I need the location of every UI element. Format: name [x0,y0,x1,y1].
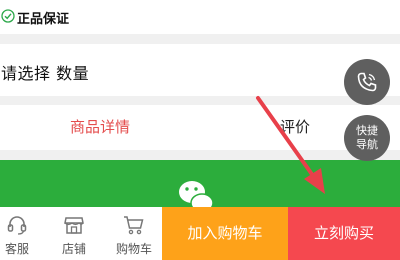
wechat-icon [179,181,214,210]
store-label: 店铺 [61,242,86,256]
guarantee-bar: 正品保证 [0,0,400,34]
customer-service-label: 客服 [4,242,29,256]
phone-icon [357,72,377,92]
tab-reviews[interactable]: 评价 [255,105,335,150]
check-circle-icon [1,9,15,23]
cart-icon [124,216,144,235]
guarantee-label: 正品保证 [17,12,70,27]
buy-now-button[interactable]: 立刻购买 [288,207,400,260]
customer-service-button[interactable]: 客服 [0,207,44,260]
wechat-banner [0,160,400,210]
add-to-cart-button[interactable]: 加入购物车 [162,207,288,260]
spec-selector-label: 请选择 数量 [1,64,90,83]
cart-label: 购物车 [115,242,152,256]
quick-navigation-label: 快捷 导航 [356,124,378,151]
store-button[interactable]: 店铺 [47,207,101,260]
store-icon [64,217,84,234]
product-tabs: 商品详情 评价 [0,105,400,150]
tab-product-details[interactable]: 商品详情 [40,105,160,150]
cart-button[interactable]: 购物车 [107,207,161,260]
call-button[interactable] [344,59,390,105]
quick-navigation-button[interactable]: 快捷 导航 [344,115,390,161]
spec-selector[interactable]: 请选择 数量 [0,44,400,96]
headset-icon [7,216,27,235]
